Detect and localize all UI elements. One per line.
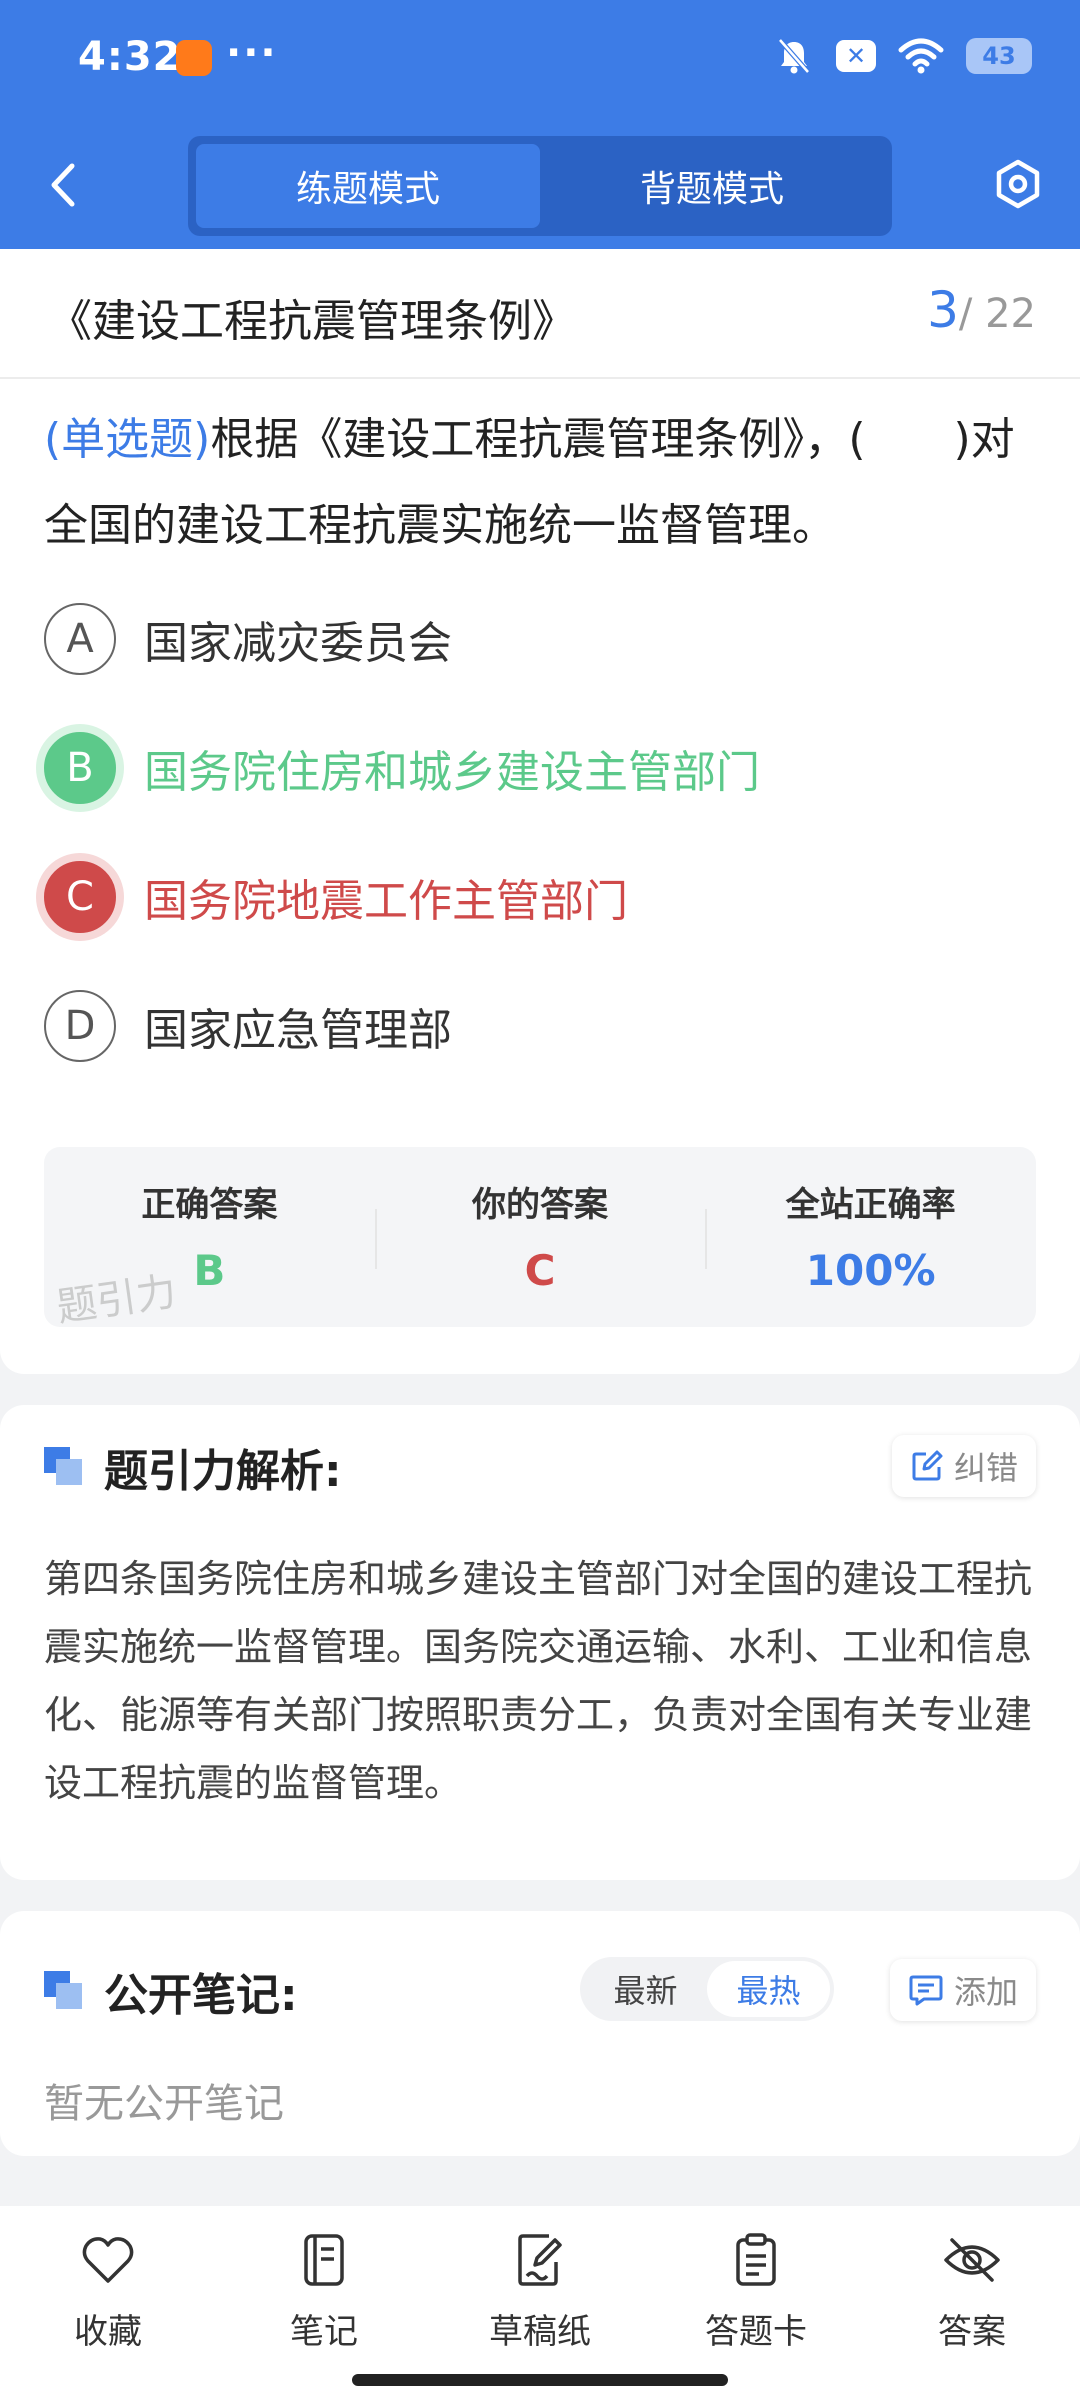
notes-empty-text: 暂无公开笔记 bbox=[44, 2081, 284, 2127]
option-text: 国务院地震工作主管部门 bbox=[144, 876, 628, 927]
accuracy-rate-col: 全站正确率 100% bbox=[705, 1147, 1036, 1327]
option-d[interactable]: D 国家应急管理部 bbox=[44, 986, 452, 1066]
option-letter: A bbox=[44, 603, 116, 675]
your-answer-value: C bbox=[524, 1246, 556, 1295]
notes-header: 公开笔记: bbox=[44, 1959, 298, 2023]
show-answer-label: 答案 bbox=[938, 2312, 1006, 2352]
question-pager[interactable]: 3/ 22 bbox=[927, 281, 1036, 339]
report-error-label: 纠错 bbox=[953, 1449, 1018, 1487]
draft-paper-tab[interactable]: 草稿纸 bbox=[432, 2230, 648, 2353]
draft-paper-icon bbox=[518, 2234, 562, 2286]
analysis-title: 题引力解析: bbox=[104, 1446, 342, 1497]
notes-title: 公开笔记: bbox=[104, 1970, 298, 2021]
analysis-header: 题引力解析: bbox=[44, 1435, 342, 1499]
your-answer-col: 你的答案 C bbox=[374, 1147, 706, 1327]
draft-paper-label: 草稿纸 bbox=[489, 2312, 591, 2352]
total-question-count: / 22 bbox=[958, 291, 1036, 337]
settings-icon[interactable] bbox=[992, 158, 1044, 210]
accuracy-rate-value: 100% bbox=[805, 1246, 936, 1295]
answer-card-tab[interactable]: 答题卡 bbox=[648, 2230, 864, 2353]
option-text: 国家应急管理部 bbox=[144, 1005, 452, 1056]
question-stem: (单选题)根据《建设工程抗震管理条例》，( )对全国的建设工程抗震实施统一监督管… bbox=[44, 397, 1044, 569]
section-squares-icon bbox=[44, 1971, 84, 2011]
battery-icon: 43 bbox=[966, 38, 1032, 74]
answer-summary: 正确答案 B 你的答案 C 全站正确率 100% bbox=[44, 1147, 1036, 1327]
mode-switch: 练题模式 背题模式 bbox=[188, 136, 892, 236]
your-answer-label: 你的答案 bbox=[472, 1185, 608, 1225]
current-question-number: 3 bbox=[927, 281, 959, 339]
analysis-card: 题引力解析: 纠错 第四条国务院住房和城乡建设主管部门对全国的建设工程抗震实施统… bbox=[0, 1405, 1080, 1880]
option-letter: B bbox=[44, 732, 116, 804]
practice-mode-tab[interactable]: 练题模式 bbox=[196, 144, 540, 228]
answer-card-label: 答题卡 bbox=[705, 2312, 807, 2352]
add-note-label: 添加 bbox=[953, 1973, 1018, 2011]
option-c[interactable]: C 国务院地震工作主管部门 bbox=[44, 857, 628, 937]
edit-icon bbox=[912, 1450, 943, 1481]
notes-tab[interactable]: 笔记 bbox=[216, 2230, 432, 2353]
public-notes-card: 公开笔记: 最新 最热 添加 暂无公开笔记 bbox=[0, 1911, 1080, 2156]
answer-card-icon bbox=[736, 2233, 776, 2286]
notes-sort-switch: 最新 最热 bbox=[580, 1957, 834, 2021]
eye-off-icon bbox=[944, 2238, 1000, 2282]
more-notifications-icon: ··· bbox=[226, 30, 278, 76]
option-a[interactable]: A 国家减灾委员会 bbox=[44, 599, 452, 679]
status-bar: 4:32 ··· ✕ 43 bbox=[0, 0, 1080, 115]
correct-answer-label: 正确答案 bbox=[141, 1185, 278, 1225]
back-arrow-icon[interactable] bbox=[44, 160, 84, 210]
sort-hottest-tab[interactable]: 最热 bbox=[707, 1961, 830, 2017]
question-type: (单选题) bbox=[44, 414, 211, 465]
memorize-mode-tab[interactable]: 背题模式 bbox=[540, 144, 884, 228]
option-letter: D bbox=[44, 990, 116, 1062]
question-card: 《建设工程抗震管理条例》 3/ 22 (单选题)根据《建设工程抗震管理条例》，(… bbox=[0, 249, 1080, 1374]
option-b[interactable]: B 国务院住房和城乡建设主管部门 bbox=[44, 728, 760, 808]
comment-icon bbox=[909, 1975, 943, 2006]
shop-app-icon bbox=[176, 40, 212, 76]
favorite-tab[interactable]: 收藏 bbox=[0, 2230, 216, 2353]
heart-icon bbox=[82, 2237, 134, 2283]
mute-bell-icon bbox=[778, 38, 810, 74]
status-icons: ✕ 43 bbox=[774, 36, 1032, 76]
add-note-button[interactable]: 添加 bbox=[889, 1959, 1036, 2021]
report-error-button[interactable]: 纠错 bbox=[891, 1435, 1036, 1497]
option-letter: C bbox=[44, 861, 116, 933]
notes-label: 笔记 bbox=[290, 2312, 358, 2352]
favorite-label: 收藏 bbox=[74, 2312, 142, 2352]
option-text: 国家减灾委员会 bbox=[144, 618, 452, 669]
show-answer-tab[interactable]: 答案 bbox=[864, 2230, 1080, 2353]
analysis-text: 第四条国务院住房和城乡建设主管部门对全国的建设工程抗震实施统一监督管理。国务院交… bbox=[44, 1557, 1033, 1805]
option-text: 国务院住房和城乡建设主管部门 bbox=[144, 747, 760, 798]
bottom-toolbar: 收藏 笔记 草稿纸 答题卡 答案 bbox=[0, 2206, 1080, 2400]
home-indicator[interactable] bbox=[352, 2374, 728, 2386]
paper-title-row: 《建设工程抗震管理条例》 3/ 22 bbox=[0, 249, 1080, 379]
close-notification-icon: ✕ bbox=[836, 40, 876, 72]
wifi-icon bbox=[898, 38, 944, 74]
app-header: 4:32 ··· ✕ 43 练题模式 背题模式 bbox=[0, 0, 1080, 249]
status-time: 4:32 bbox=[78, 34, 182, 80]
notebook-icon bbox=[304, 2234, 344, 2286]
sort-latest-tab[interactable]: 最新 bbox=[584, 1961, 707, 2017]
section-squares-icon bbox=[44, 1447, 84, 1487]
accuracy-rate-label: 全站正确率 bbox=[785, 1185, 956, 1225]
paper-title: 《建设工程抗震管理条例》 bbox=[48, 296, 576, 347]
